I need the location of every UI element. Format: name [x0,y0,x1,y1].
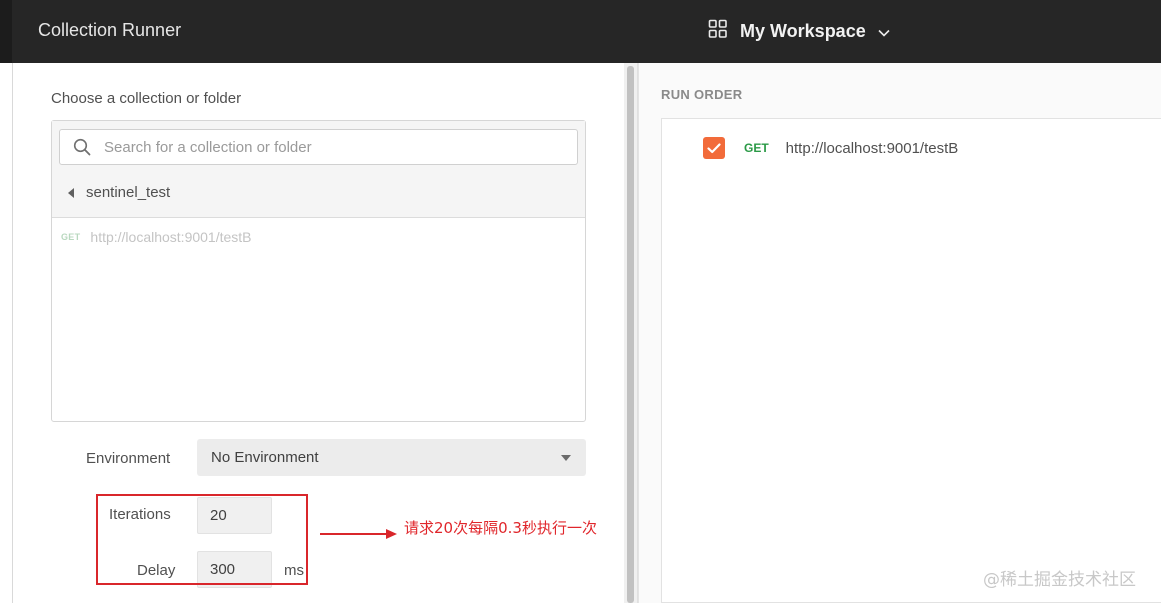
annotation-arrow-icon [320,529,397,539]
watermark: @稀土掘金技术社区 [983,570,1136,590]
grid-icon [708,19,728,44]
annotation-highlight-box [96,494,308,585]
chevron-down-icon [878,21,890,42]
run-order-item[interactable]: GET http://localhost:9001/testB [703,137,958,159]
search-input[interactable] [104,138,564,156]
workspace-switcher[interactable]: My Workspace [708,16,890,46]
environment-label: Environment [86,450,171,467]
search-icon [60,138,104,156]
environment-value: No Environment [211,449,319,466]
scrollbar-thumb[interactable] [627,66,634,603]
search-box[interactable] [59,129,578,165]
collection-item-sentinel-test[interactable]: sentinel_test [68,184,170,201]
run-item-method: GET [744,141,769,155]
caret-down-icon [561,455,571,461]
request-url: http://localhost:9001/testB [90,229,252,245]
collapse-arrow-icon[interactable] [68,187,74,198]
run-order-list: GET http://localhost:9001/testB [661,118,1161,603]
collection-name: sentinel_test [86,184,171,201]
title-bar: Collection Runner My Workspace [0,0,1161,63]
title-bar-edge [0,0,12,63]
collection-browser-header: sentinel_test [52,121,585,218]
left-border [12,63,13,603]
run-item-checkbox[interactable] [703,137,725,159]
checkmark-icon [707,142,721,153]
environment-select[interactable]: No Environment [197,439,586,476]
collection-browser: sentinel_test GET http://localhost:9001/… [51,120,586,422]
choose-collection-label: Choose a collection or folder [51,90,242,107]
request-method: GET [61,232,81,242]
workspace-name: My Workspace [740,20,866,41]
run-item-url: http://localhost:9001/testB [785,139,959,157]
annotation-text: 请求20次每隔0.3秒执行一次 [404,519,597,537]
request-list-item[interactable]: GET http://localhost:9001/testB [61,229,252,245]
app-title: Collection Runner [38,20,182,40]
run-order-label: RUN ORDER [661,87,743,102]
